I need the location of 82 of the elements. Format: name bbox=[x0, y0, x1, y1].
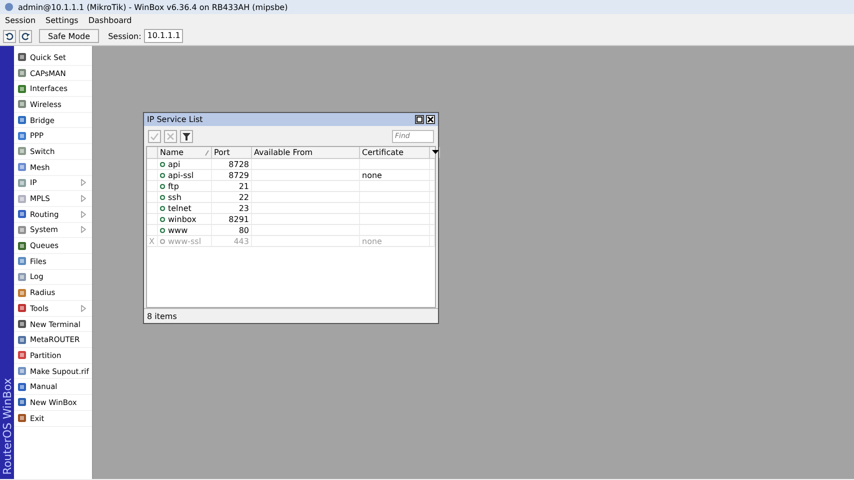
flag-text: X bbox=[149, 236, 154, 246]
service-icon bbox=[160, 172, 165, 178]
table-cell: 22 bbox=[238, 192, 249, 202]
service-icon bbox=[160, 228, 165, 232]
table-cell: 8291 bbox=[228, 214, 249, 224]
table-row[interactable]: api 8728 bbox=[147, 159, 435, 170]
column-header[interactable]: Available From bbox=[252, 147, 360, 158]
table-cell: 8729 bbox=[228, 170, 249, 180]
menu-item[interactable]: Settings bbox=[46, 16, 78, 25]
redo-button[interactable] bbox=[19, 30, 32, 42]
column-header-text: Name bbox=[160, 148, 184, 157]
session-label: Session: bbox=[108, 32, 142, 40]
column-header[interactable]: Port bbox=[212, 147, 252, 158]
table-row[interactable]: www 80 bbox=[147, 225, 435, 236]
table-cell: www-ssl bbox=[168, 236, 202, 246]
tile-icon bbox=[17, 334, 27, 345]
cross-icon bbox=[166, 132, 175, 140]
tile-icon bbox=[17, 382, 27, 392]
menu-item[interactable]: Dashboard bbox=[88, 16, 132, 25]
service-icon bbox=[160, 216, 165, 222]
table-cell: 8728 bbox=[228, 160, 249, 168]
table-cell: api bbox=[168, 160, 180, 168]
column-header[interactable]: Certificate bbox=[360, 147, 430, 158]
close-button[interactable] bbox=[426, 115, 435, 124]
tile-icon bbox=[17, 397, 27, 408]
filter-button[interactable] bbox=[180, 130, 193, 142]
table-cell: none bbox=[362, 170, 382, 180]
table-row[interactable]: telnet 23 bbox=[147, 203, 435, 214]
tile-icon bbox=[17, 224, 27, 235]
table-row[interactable]: winbox 8291 bbox=[147, 214, 435, 225]
tile-icon bbox=[17, 272, 27, 282]
service-icon bbox=[160, 194, 165, 200]
tile-icon bbox=[17, 413, 27, 424]
brand-text: RouterOS WinBox bbox=[0, 378, 14, 475]
tile-icon bbox=[17, 115, 27, 126]
table-cell: 443 bbox=[234, 236, 249, 246]
column-header[interactable]: Name bbox=[158, 147, 212, 158]
undo-button[interactable] bbox=[3, 30, 16, 42]
table-row[interactable]: ftp 21 bbox=[147, 181, 435, 192]
session-field[interactable]: 10.1.1.1 bbox=[144, 29, 184, 43]
tile-icon bbox=[17, 162, 27, 172]
tile-icon bbox=[17, 146, 27, 156]
window-title: admin@10.1.1.1 (MikroTik) - WinBox v6.36.4 on RB433AH (mipsbe) bbox=[18, 2, 288, 12]
service-icon bbox=[160, 162, 165, 166]
table-cell: 21 bbox=[238, 182, 249, 190]
tile-icon bbox=[17, 130, 27, 141]
table-row[interactable]: api-ssl 8729 none bbox=[147, 170, 435, 181]
tile-icon bbox=[17, 256, 27, 266]
status-text: 8 items bbox=[147, 312, 177, 320]
tile-icon bbox=[17, 178, 27, 188]
tile-icon bbox=[17, 319, 27, 330]
tile-icon bbox=[17, 366, 27, 376]
table-cell: www bbox=[168, 226, 188, 234]
service-icon bbox=[160, 206, 165, 210]
app-icon bbox=[4, 2, 14, 12]
sort-icon bbox=[205, 150, 209, 156]
tile-icon bbox=[17, 52, 27, 62]
tile-icon bbox=[17, 303, 27, 314]
tile-icon bbox=[17, 350, 27, 360]
dropdown-icon[interactable] bbox=[432, 150, 439, 155]
table-cell: 23 bbox=[238, 204, 249, 212]
tile-icon bbox=[17, 84, 27, 94]
table-row[interactable]: ssh 22 bbox=[147, 192, 435, 203]
tile-icon bbox=[17, 68, 27, 78]
tile-icon bbox=[17, 209, 27, 220]
tile-icon bbox=[17, 99, 27, 110]
table-cell: winbox bbox=[168, 214, 196, 224]
window-title: IP Service List bbox=[147, 115, 204, 124]
menu-item[interactable]: Session bbox=[5, 16, 36, 25]
table-cell: ftp bbox=[168, 182, 179, 190]
tile-icon bbox=[17, 240, 27, 251]
service-icon bbox=[160, 184, 165, 188]
table-cell: ssh bbox=[168, 192, 182, 202]
table-cell: api-ssl bbox=[168, 170, 194, 180]
table-cell: telnet bbox=[168, 204, 192, 212]
service-icon bbox=[160, 238, 165, 244]
tile-icon bbox=[17, 288, 27, 298]
safe-mode-button[interactable]: Safe Mode bbox=[39, 29, 100, 43]
tile-icon bbox=[17, 194, 27, 204]
table-cell: none bbox=[362, 236, 382, 246]
table-cell: 80 bbox=[238, 226, 249, 234]
maximize-button[interactable] bbox=[415, 115, 424, 124]
